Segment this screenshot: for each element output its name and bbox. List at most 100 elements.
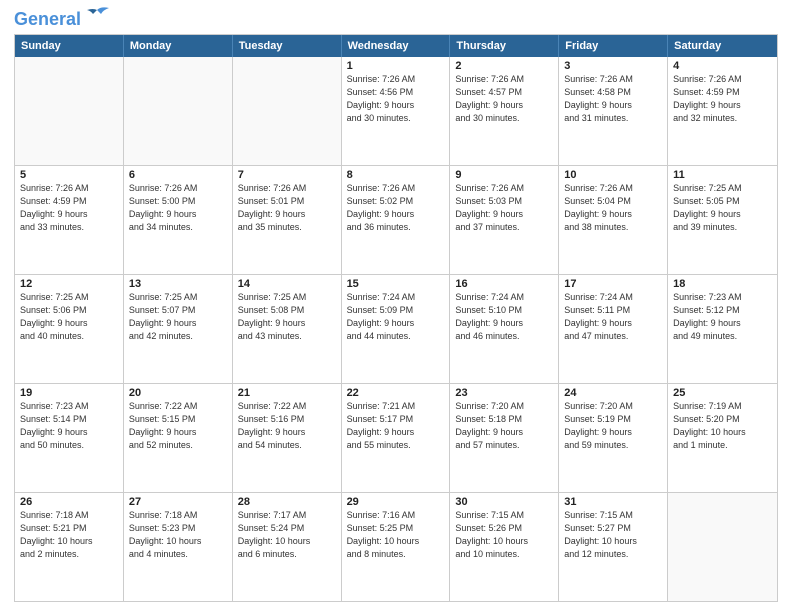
day-number: 26 bbox=[20, 496, 118, 508]
day-header-monday: Monday bbox=[124, 35, 233, 57]
day-header-thursday: Thursday bbox=[450, 35, 559, 57]
day-number: 7 bbox=[238, 169, 336, 181]
day-info: Sunrise: 7:26 AM Sunset: 4:59 PM Dayligh… bbox=[20, 182, 118, 234]
day-info: Sunrise: 7:20 AM Sunset: 5:19 PM Dayligh… bbox=[564, 400, 662, 452]
day-info: Sunrise: 7:24 AM Sunset: 5:11 PM Dayligh… bbox=[564, 291, 662, 343]
day-headers: SundayMondayTuesdayWednesdayThursdayFrid… bbox=[15, 35, 777, 57]
week-row-1: 5Sunrise: 7:26 AM Sunset: 4:59 PM Daylig… bbox=[15, 166, 777, 275]
day-cell: 10Sunrise: 7:26 AM Sunset: 5:04 PM Dayli… bbox=[559, 166, 668, 274]
day-number: 22 bbox=[347, 387, 445, 399]
day-number: 8 bbox=[347, 169, 445, 181]
day-info: Sunrise: 7:26 AM Sunset: 4:56 PM Dayligh… bbox=[347, 73, 445, 125]
day-number: 14 bbox=[238, 278, 336, 290]
day-cell bbox=[15, 57, 124, 165]
calendar-body: 1Sunrise: 7:26 AM Sunset: 4:56 PM Daylig… bbox=[15, 57, 777, 601]
day-info: Sunrise: 7:23 AM Sunset: 5:14 PM Dayligh… bbox=[20, 400, 118, 452]
day-number: 23 bbox=[455, 387, 553, 399]
day-cell: 6Sunrise: 7:26 AM Sunset: 5:00 PM Daylig… bbox=[124, 166, 233, 274]
logo-bird-icon bbox=[83, 6, 111, 26]
day-cell: 19Sunrise: 7:23 AM Sunset: 5:14 PM Dayli… bbox=[15, 384, 124, 492]
day-number: 13 bbox=[129, 278, 227, 290]
day-cell: 21Sunrise: 7:22 AM Sunset: 5:16 PM Dayli… bbox=[233, 384, 342, 492]
day-number: 16 bbox=[455, 278, 553, 290]
day-number: 11 bbox=[673, 169, 772, 181]
day-info: Sunrise: 7:19 AM Sunset: 5:20 PM Dayligh… bbox=[673, 400, 772, 452]
day-number: 28 bbox=[238, 496, 336, 508]
day-cell: 31Sunrise: 7:15 AM Sunset: 5:27 PM Dayli… bbox=[559, 493, 668, 601]
day-number: 10 bbox=[564, 169, 662, 181]
day-info: Sunrise: 7:26 AM Sunset: 5:03 PM Dayligh… bbox=[455, 182, 553, 234]
day-cell: 1Sunrise: 7:26 AM Sunset: 4:56 PM Daylig… bbox=[342, 57, 451, 165]
day-number: 24 bbox=[564, 387, 662, 399]
day-cell bbox=[124, 57, 233, 165]
day-info: Sunrise: 7:25 AM Sunset: 5:07 PM Dayligh… bbox=[129, 291, 227, 343]
day-header-friday: Friday bbox=[559, 35, 668, 57]
day-info: Sunrise: 7:20 AM Sunset: 5:18 PM Dayligh… bbox=[455, 400, 553, 452]
day-cell: 17Sunrise: 7:24 AM Sunset: 5:11 PM Dayli… bbox=[559, 275, 668, 383]
day-info: Sunrise: 7:26 AM Sunset: 4:58 PM Dayligh… bbox=[564, 73, 662, 125]
logo: General bbox=[14, 10, 111, 26]
logo-text: General bbox=[14, 10, 81, 28]
day-cell bbox=[668, 493, 777, 601]
day-info: Sunrise: 7:26 AM Sunset: 4:57 PM Dayligh… bbox=[455, 73, 553, 125]
day-number: 20 bbox=[129, 387, 227, 399]
day-cell bbox=[233, 57, 342, 165]
day-cell: 22Sunrise: 7:21 AM Sunset: 5:17 PM Dayli… bbox=[342, 384, 451, 492]
day-info: Sunrise: 7:24 AM Sunset: 5:10 PM Dayligh… bbox=[455, 291, 553, 343]
day-cell: 24Sunrise: 7:20 AM Sunset: 5:19 PM Dayli… bbox=[559, 384, 668, 492]
day-number: 15 bbox=[347, 278, 445, 290]
day-cell: 13Sunrise: 7:25 AM Sunset: 5:07 PM Dayli… bbox=[124, 275, 233, 383]
week-row-3: 19Sunrise: 7:23 AM Sunset: 5:14 PM Dayli… bbox=[15, 384, 777, 493]
day-number: 30 bbox=[455, 496, 553, 508]
day-cell: 14Sunrise: 7:25 AM Sunset: 5:08 PM Dayli… bbox=[233, 275, 342, 383]
day-number: 6 bbox=[129, 169, 227, 181]
day-number: 18 bbox=[673, 278, 772, 290]
day-number: 1 bbox=[347, 60, 445, 72]
day-number: 2 bbox=[455, 60, 553, 72]
day-info: Sunrise: 7:26 AM Sunset: 4:59 PM Dayligh… bbox=[673, 73, 772, 125]
day-info: Sunrise: 7:15 AM Sunset: 5:27 PM Dayligh… bbox=[564, 509, 662, 561]
day-cell: 5Sunrise: 7:26 AM Sunset: 4:59 PM Daylig… bbox=[15, 166, 124, 274]
day-header-tuesday: Tuesday bbox=[233, 35, 342, 57]
day-cell: 12Sunrise: 7:25 AM Sunset: 5:06 PM Dayli… bbox=[15, 275, 124, 383]
day-info: Sunrise: 7:22 AM Sunset: 5:15 PM Dayligh… bbox=[129, 400, 227, 452]
page: General SundayMondayTuesdayWednesdayThur… bbox=[0, 0, 792, 612]
day-cell: 20Sunrise: 7:22 AM Sunset: 5:15 PM Dayli… bbox=[124, 384, 233, 492]
header: General bbox=[14, 10, 778, 26]
day-cell: 23Sunrise: 7:20 AM Sunset: 5:18 PM Dayli… bbox=[450, 384, 559, 492]
day-number: 4 bbox=[673, 60, 772, 72]
day-header-saturday: Saturday bbox=[668, 35, 777, 57]
day-number: 29 bbox=[347, 496, 445, 508]
day-number: 19 bbox=[20, 387, 118, 399]
day-info: Sunrise: 7:15 AM Sunset: 5:26 PM Dayligh… bbox=[455, 509, 553, 561]
day-info: Sunrise: 7:17 AM Sunset: 5:24 PM Dayligh… bbox=[238, 509, 336, 561]
day-number: 3 bbox=[564, 60, 662, 72]
day-number: 27 bbox=[129, 496, 227, 508]
day-cell: 4Sunrise: 7:26 AM Sunset: 4:59 PM Daylig… bbox=[668, 57, 777, 165]
week-row-2: 12Sunrise: 7:25 AM Sunset: 5:06 PM Dayli… bbox=[15, 275, 777, 384]
day-cell: 28Sunrise: 7:17 AM Sunset: 5:24 PM Dayli… bbox=[233, 493, 342, 601]
day-cell: 27Sunrise: 7:18 AM Sunset: 5:23 PM Dayli… bbox=[124, 493, 233, 601]
day-cell: 11Sunrise: 7:25 AM Sunset: 5:05 PM Dayli… bbox=[668, 166, 777, 274]
day-header-sunday: Sunday bbox=[15, 35, 124, 57]
day-info: Sunrise: 7:18 AM Sunset: 5:23 PM Dayligh… bbox=[129, 509, 227, 561]
day-cell: 8Sunrise: 7:26 AM Sunset: 5:02 PM Daylig… bbox=[342, 166, 451, 274]
day-info: Sunrise: 7:26 AM Sunset: 5:01 PM Dayligh… bbox=[238, 182, 336, 234]
day-header-wednesday: Wednesday bbox=[342, 35, 451, 57]
day-number: 21 bbox=[238, 387, 336, 399]
day-number: 31 bbox=[564, 496, 662, 508]
calendar: SundayMondayTuesdayWednesdayThursdayFrid… bbox=[14, 34, 778, 602]
day-cell: 9Sunrise: 7:26 AM Sunset: 5:03 PM Daylig… bbox=[450, 166, 559, 274]
day-info: Sunrise: 7:23 AM Sunset: 5:12 PM Dayligh… bbox=[673, 291, 772, 343]
day-number: 25 bbox=[673, 387, 772, 399]
day-cell: 29Sunrise: 7:16 AM Sunset: 5:25 PM Dayli… bbox=[342, 493, 451, 601]
day-cell: 25Sunrise: 7:19 AM Sunset: 5:20 PM Dayli… bbox=[668, 384, 777, 492]
day-info: Sunrise: 7:22 AM Sunset: 5:16 PM Dayligh… bbox=[238, 400, 336, 452]
day-cell: 3Sunrise: 7:26 AM Sunset: 4:58 PM Daylig… bbox=[559, 57, 668, 165]
day-cell: 18Sunrise: 7:23 AM Sunset: 5:12 PM Dayli… bbox=[668, 275, 777, 383]
day-info: Sunrise: 7:26 AM Sunset: 5:02 PM Dayligh… bbox=[347, 182, 445, 234]
day-number: 5 bbox=[20, 169, 118, 181]
day-number: 12 bbox=[20, 278, 118, 290]
day-info: Sunrise: 7:25 AM Sunset: 5:05 PM Dayligh… bbox=[673, 182, 772, 234]
day-info: Sunrise: 7:25 AM Sunset: 5:08 PM Dayligh… bbox=[238, 291, 336, 343]
